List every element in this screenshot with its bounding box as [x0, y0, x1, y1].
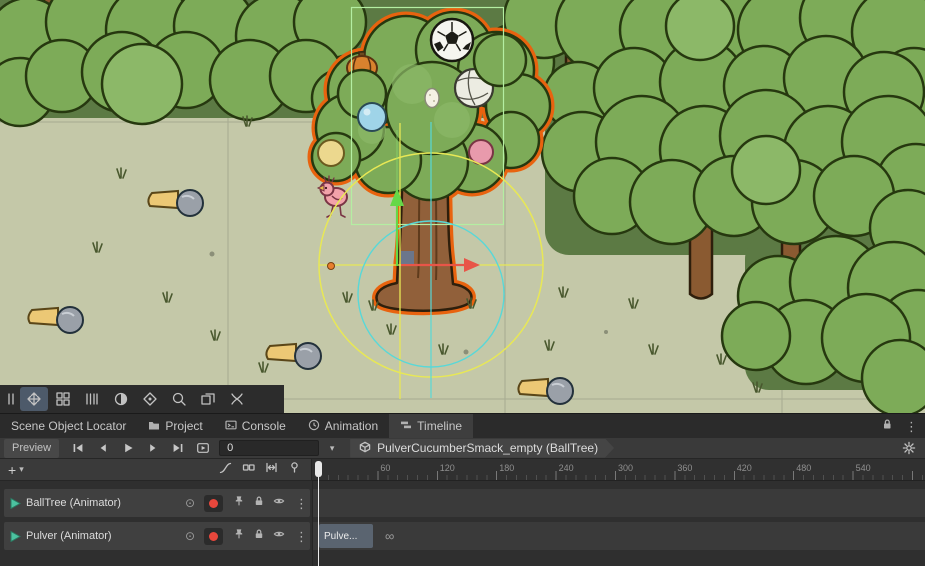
tab-window-controls: ⋮ — [881, 414, 925, 438]
tab-label: Scene Object Locator — [11, 419, 126, 433]
track-header-balltree[interactable]: BallTree (Animator) ⊙ ⋮ — [4, 489, 310, 517]
search-tool-button[interactable] — [165, 387, 193, 411]
scene-canvas[interactable] — [0, 0, 925, 413]
play-button[interactable] — [115, 439, 140, 458]
tab-timeline[interactable]: Timeline — [389, 414, 473, 438]
tab-project[interactable]: Project — [137, 414, 213, 438]
ruler-label: 480 — [796, 463, 811, 473]
tab-label: Timeline — [417, 419, 462, 433]
unity-window: Scene Object Locator Project Console Ani… — [0, 0, 925, 566]
object-picker-icon[interactable]: ⊙ — [185, 497, 195, 509]
timeline-icon — [400, 419, 412, 434]
animation-clip[interactable]: Pulve... — [319, 524, 373, 548]
track-menu-icon[interactable]: ⋮ — [295, 530, 305, 543]
infinite-clip-indicator: ∞ — [385, 529, 394, 544]
track-area: BallTree (Animator) ⊙ ⋮ Pulver (Animator… — [0, 481, 925, 566]
track-mute-eye-icon[interactable] — [273, 527, 285, 545]
ruler-label: 240 — [559, 463, 574, 473]
track-pin-icon[interactable] — [233, 494, 245, 512]
yellow-ball — [318, 140, 344, 166]
record-button[interactable] — [204, 495, 223, 512]
playhead-handle[interactable] — [315, 461, 322, 477]
toolbar-drag-handle[interactable] — [3, 387, 19, 411]
track-menu-icon[interactable]: ⋮ — [295, 497, 305, 510]
tab-animation[interactable]: Animation — [297, 414, 389, 438]
window-menu-icon[interactable]: ⋮ — [905, 420, 915, 433]
object-picker-icon[interactable]: ⊙ — [185, 530, 195, 542]
tab-bar: Scene Object Locator Project Console Ani… — [0, 413, 925, 438]
track-name: Pulver (Animator) — [26, 530, 180, 542]
record-button[interactable] — [204, 528, 223, 545]
track-toolbar: + ▾ — [0, 459, 312, 481]
track-lane-pulver[interactable]: Pulve... ∞ — [313, 522, 925, 550]
goto-start-button[interactable] — [65, 439, 90, 458]
track-content[interactable]: Pulve... ∞ — [312, 481, 925, 566]
probe-tool-button[interactable] — [136, 387, 164, 411]
ruler-label: 180 — [499, 463, 514, 473]
tab-label: Project — [165, 419, 202, 433]
tab-scene-object-locator[interactable]: Scene Object Locator — [0, 414, 137, 438]
marker-pin-icon[interactable] — [288, 461, 301, 479]
curves-view-icon[interactable] — [219, 461, 232, 479]
previous-frame-button[interactable] — [90, 439, 115, 458]
tab-label: Console — [242, 419, 286, 433]
console-icon — [225, 419, 237, 434]
gizmo-handle-dot[interactable] — [328, 263, 335, 270]
lock-icon[interactable] — [881, 417, 893, 435]
track-pin-icon[interactable] — [233, 527, 245, 545]
soccer-ball — [431, 19, 473, 61]
ruler-label: 540 — [856, 463, 871, 473]
sphere-tool-button[interactable] — [107, 387, 135, 411]
egg — [425, 89, 439, 108]
track-lock-icon[interactable] — [253, 527, 265, 545]
joint-tool-button[interactable] — [223, 387, 251, 411]
ruler-label: 420 — [737, 463, 752, 473]
hatch-tool-button[interactable] — [78, 387, 106, 411]
track-lane-balltree[interactable] — [313, 489, 925, 517]
clock-icon — [308, 419, 320, 434]
clip-edit-mode-icon[interactable] — [242, 461, 255, 479]
preview-toggle-button[interactable]: Preview — [4, 439, 59, 458]
track-headers: BallTree (Animator) ⊙ ⋮ Pulver (Animator… — [0, 481, 312, 566]
add-track-button[interactable]: + ▾ — [8, 463, 24, 477]
current-frame-input[interactable]: 0 — [219, 440, 319, 456]
next-frame-button[interactable] — [140, 439, 165, 458]
xy-plane-handle[interactable] — [401, 251, 414, 264]
breadcrumb-label: PulverCucumberSmack_empty (BallTree) — [377, 441, 598, 455]
timeline-transport-bar: Preview 0 ▾ PulverCucumber — [0, 438, 925, 459]
scene-view[interactable] — [0, 0, 925, 413]
tab-label: Animation — [325, 419, 378, 433]
timeline-breadcrumb[interactable]: PulverCucumberSmack_empty (BallTree) — [350, 439, 614, 458]
track-name: BallTree (Animator) — [26, 497, 180, 509]
layers-tool-button[interactable] — [194, 387, 222, 411]
time-ruler[interactable]: 60 120 180 240 300 360 420 480 540 — [312, 459, 925, 481]
animator-track-icon — [9, 497, 21, 509]
goto-end-button[interactable] — [165, 439, 190, 458]
ruler-label: 360 — [677, 463, 692, 473]
blue-ball — [358, 103, 386, 131]
tilemap-tool-button[interactable] — [49, 387, 77, 411]
track-toolbar-icons — [219, 461, 301, 479]
track-lock-icon[interactable] — [253, 494, 265, 512]
frame-options-dropdown[interactable]: ▾ — [324, 443, 340, 454]
track-header-pulver[interactable]: Pulver (Animator) ⊙ ⋮ — [4, 522, 310, 550]
scene-tools-overlay — [0, 385, 284, 413]
frame-all-icon[interactable] — [265, 461, 278, 479]
folder-icon — [148, 419, 160, 434]
playhead-line[interactable] — [318, 477, 319, 566]
move-tool-button[interactable] — [20, 387, 48, 411]
timeline-settings-gear-icon[interactable] — [902, 439, 916, 458]
ruler-label: 60 — [380, 463, 390, 473]
ruler-label: 120 — [440, 463, 455, 473]
ruler-label: 300 — [618, 463, 633, 473]
cube-icon — [359, 441, 371, 456]
track-mute-eye-icon[interactable] — [273, 494, 285, 512]
play-range-button[interactable] — [190, 439, 215, 458]
tab-console[interactable]: Console — [214, 414, 297, 438]
animator-track-icon — [9, 530, 21, 542]
timeline-panel: Preview 0 ▾ PulverCucumber — [0, 438, 925, 566]
